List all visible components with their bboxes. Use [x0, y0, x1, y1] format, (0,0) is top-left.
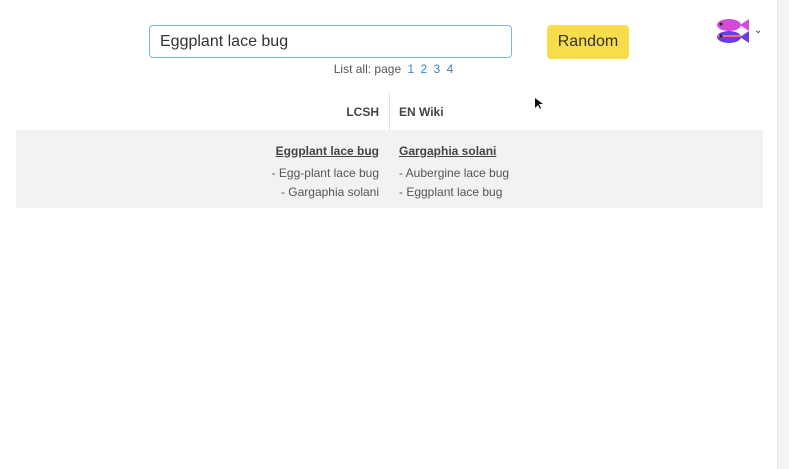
column-header-lcsh: LCSH — [346, 105, 379, 119]
page-link-2[interactable]: 2 — [421, 62, 428, 76]
lcsh-cell: Eggplant lace bug - Egg-plant lace bug -… — [272, 142, 379, 202]
lcsh-title-link[interactable]: Eggplant lace bug — [272, 142, 379, 161]
page: Random List all: page 1 2 3 4 ⌄ LCSH EN … — [0, 0, 789, 469]
mouse-cursor-icon — [535, 98, 543, 109]
search-bar — [149, 25, 512, 58]
list-all-label: List all: page — [333, 62, 402, 76]
lcsh-alternate: - Gargaphia solani — [280, 185, 379, 199]
pagination: List all: page 1 2 3 4 — [0, 62, 789, 76]
page-link-4[interactable]: 4 — [447, 62, 454, 76]
scrollbar[interactable] — [777, 0, 789, 469]
page-link-3[interactable]: 3 — [434, 62, 441, 76]
table-row: Eggplant lace bug - Egg-plant lace bug -… — [16, 130, 763, 208]
search-input[interactable] — [149, 25, 512, 58]
wiki-alternate: - Eggplant lace bug — [399, 185, 503, 199]
page-link-1[interactable]: 1 — [407, 62, 414, 76]
random-button[interactable]: Random — [547, 25, 629, 59]
fish-avatar-icon[interactable] — [712, 16, 752, 46]
wiki-cell: Gargaphia solani - Aubergine lace bug - … — [399, 142, 509, 202]
chevron-down-icon[interactable]: ⌄ — [754, 25, 762, 36]
wiki-alternate: - Aubergine lace bug — [399, 166, 510, 180]
lcsh-alternate: - Egg-plant lace bug — [271, 166, 379, 180]
wiki-title-link[interactable]: Gargaphia solani — [399, 142, 509, 161]
column-header-en-wiki: EN Wiki — [399, 105, 444, 119]
